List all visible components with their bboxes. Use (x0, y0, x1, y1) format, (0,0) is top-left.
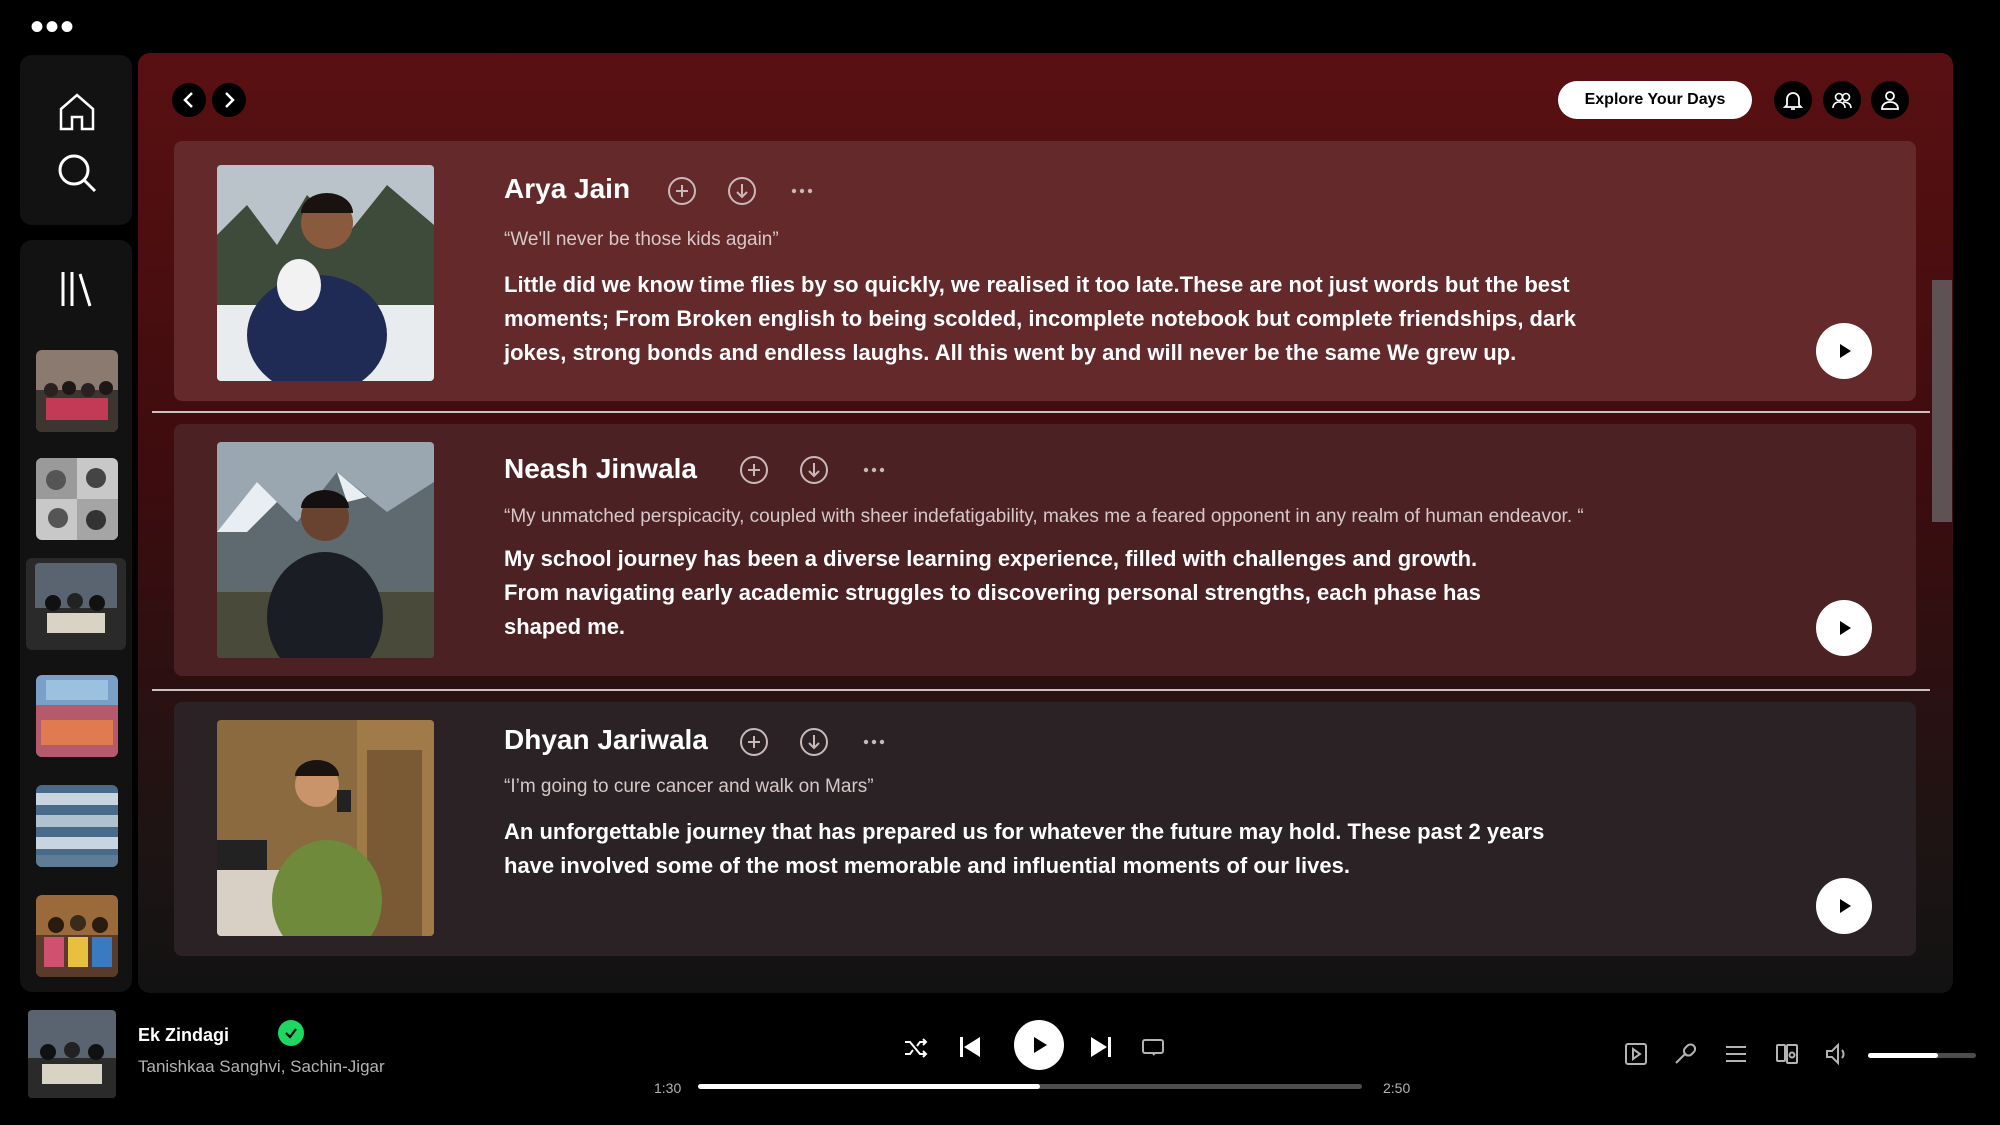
card-divider (152, 689, 1930, 691)
next-track-icon[interactable] (1086, 1032, 1116, 1062)
queue-icon[interactable] (1723, 1041, 1749, 1067)
student-card-2: Neash Jinwala “My unmatched perspicacity… (174, 424, 1916, 676)
playlist-thumb-4[interactable] (36, 675, 118, 757)
main-scrollbar[interactable] (1932, 280, 1952, 522)
playlist-thumb-3-active[interactable] (26, 558, 126, 650)
play-button[interactable] (1816, 323, 1872, 379)
more-options-icon[interactable] (858, 454, 890, 486)
volume-icon[interactable] (1824, 1041, 1850, 1067)
more-options-icon[interactable] (786, 175, 818, 207)
play-pause-button[interactable] (1014, 1020, 1064, 1070)
play-icon (1034, 1037, 1047, 1053)
student-quote: “My unmatched perspicacity, coupled with… (504, 506, 1584, 527)
connect-device-icon[interactable] (1774, 1041, 1800, 1067)
student-name: Dhyan Jariwala (504, 724, 708, 755)
student-message: An unforgettable journey that has prepar… (504, 819, 1545, 878)
play-icon (1840, 344, 1851, 358)
library-icon[interactable] (53, 264, 101, 312)
user-icon (1881, 91, 1899, 110)
student-message: My school journey has been a diverse lea… (504, 546, 1481, 639)
now-playing-view-icon[interactable] (1623, 1041, 1649, 1067)
play-button[interactable] (1816, 600, 1872, 656)
home-icon[interactable] (53, 87, 101, 135)
student-card-1: Arya Jain “We'll never be those kids aga… (174, 141, 1916, 401)
student-photo (217, 720, 434, 936)
now-playing-cover[interactable] (28, 1010, 116, 1098)
chevron-right-icon (225, 92, 235, 108)
student-message: Little did we know time flies by so quic… (504, 272, 1577, 365)
student-photo (217, 442, 434, 658)
more-options-icon[interactable] (858, 726, 890, 758)
search-icon[interactable] (53, 149, 101, 197)
playlist-thumb-5[interactable] (36, 785, 118, 867)
playlist-thumb-2[interactable] (36, 458, 118, 540)
playlist-thumb-6[interactable] (36, 895, 118, 977)
track-title[interactable]: Ek Zindagi (138, 1025, 229, 1046)
add-circle-icon[interactable] (738, 726, 770, 758)
student-quote: “I’m going to cure cancer and walk on Ma… (504, 776, 874, 797)
liked-check-icon[interactable] (278, 1020, 304, 1046)
student-name: Arya Jain (504, 173, 631, 204)
playback-progress-bar[interactable] (698, 1084, 1362, 1089)
student-quote: “We'll never be those kids again” (504, 229, 779, 250)
student-card-3: Dhyan Jariwala “I’m going to cure cancer… (174, 702, 1916, 956)
profile-button[interactable] (1871, 81, 1909, 119)
nav-panel (20, 55, 132, 225)
add-circle-icon[interactable] (666, 175, 698, 207)
track-artist[interactable]: Tanishkaa Sanghvi, Sachin-Jigar (138, 1057, 385, 1077)
notifications-button[interactable] (1774, 81, 1812, 119)
previous-track-icon[interactable] (955, 1032, 985, 1062)
repeat-icon[interactable] (1140, 1034, 1166, 1060)
play-icon (1840, 899, 1851, 913)
explore-your-days-button[interactable]: Explore Your Days (1558, 81, 1752, 119)
chevron-left-icon (183, 92, 193, 108)
playlist-thumb-1[interactable] (36, 350, 118, 432)
play-button[interactable] (1816, 878, 1872, 934)
play-icon (1840, 621, 1851, 635)
volume-slider-fill (1868, 1053, 1939, 1058)
shuffle-icon[interactable] (902, 1034, 930, 1062)
card-divider (152, 411, 1930, 413)
lyrics-mic-icon[interactable] (1672, 1041, 1698, 1067)
add-circle-icon[interactable] (738, 454, 770, 486)
friends-icon (1832, 92, 1852, 109)
back-button[interactable] (172, 83, 206, 117)
main-content: Explore Your Days Arya Jain “We'll never… (138, 53, 1953, 993)
bell-icon (1782, 92, 1804, 110)
volume-slider[interactable] (1868, 1053, 1976, 1058)
download-icon[interactable] (798, 726, 830, 758)
elapsed-time: 1:30 (654, 1080, 682, 1096)
download-icon[interactable] (798, 454, 830, 486)
download-icon[interactable] (726, 175, 758, 207)
playback-progress-fill (698, 1084, 1040, 1089)
friends-activity-button[interactable] (1823, 81, 1861, 119)
total-duration: 2:50 (1383, 1080, 1411, 1096)
window-menu-dots[interactable]: ••• (30, 7, 75, 47)
forward-button[interactable] (212, 83, 246, 117)
student-name: Neash Jinwala (504, 453, 697, 484)
library-panel (20, 240, 132, 992)
student-photo (217, 165, 434, 381)
